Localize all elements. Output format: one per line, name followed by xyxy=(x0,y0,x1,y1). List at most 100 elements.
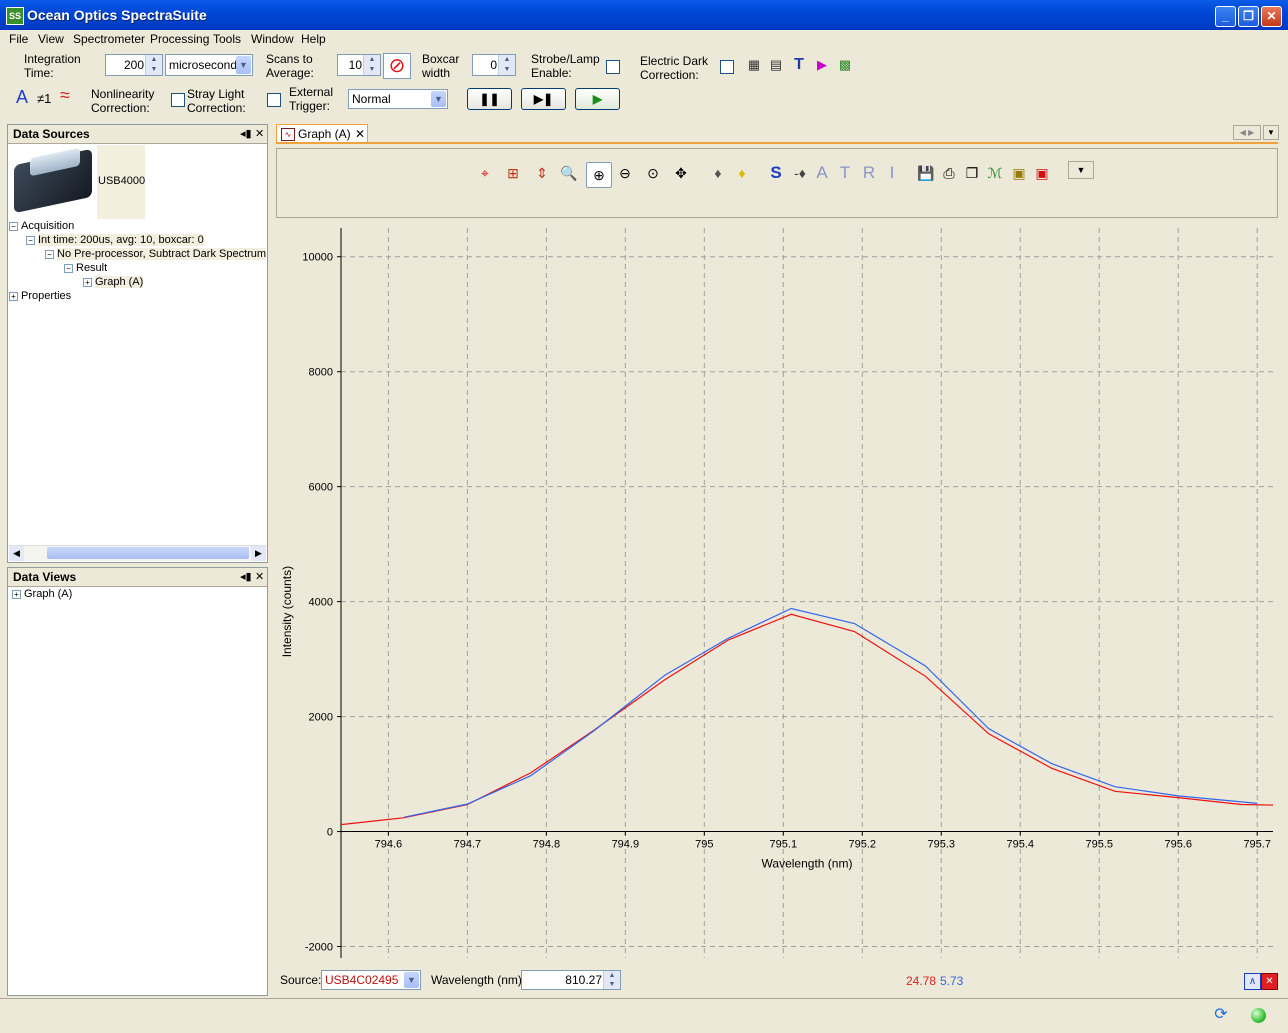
save-icon[interactable]: 💾 xyxy=(917,164,935,182)
single-acquire-button[interactable]: ▶❚ xyxy=(521,88,566,110)
scale-y-icon[interactable]: ⇕ xyxy=(533,164,551,182)
tree-acquisition[interactable]: − Acquisition xyxy=(9,220,74,232)
nonlinearity-checkbox[interactable] xyxy=(171,93,185,107)
menu-view[interactable]: View xyxy=(38,32,64,46)
menu-tools[interactable]: Tools xyxy=(213,32,241,46)
stray-light-label: Stray Light Correction: xyxy=(187,87,246,115)
integration-time-label: Integration Time: xyxy=(24,52,81,80)
crosshair-icon[interactable]: ⌖ xyxy=(476,164,494,182)
close-button[interactable]: ✕ xyxy=(1261,6,1282,27)
text-tool-icon[interactable]: T xyxy=(791,57,807,73)
graph-view-icon[interactable]: ▦ xyxy=(746,57,762,73)
menu-processing[interactable]: Processing xyxy=(150,32,209,46)
electric-dark-checkbox[interactable] xyxy=(720,60,734,74)
tab-menu-icon[interactable]: ▼ xyxy=(1263,125,1279,140)
zoom-reset-icon[interactable]: ⊙ xyxy=(644,164,662,182)
spectrasuite-icon: SS xyxy=(6,7,24,25)
scope-mode-button[interactable]: S xyxy=(767,164,785,182)
chevron-down-icon[interactable]: ▼ xyxy=(236,56,251,74)
tree-result[interactable]: − Result xyxy=(64,262,107,274)
zoom-in-icon[interactable]: ⊕ xyxy=(586,162,612,188)
stray-light-checkbox[interactable] xyxy=(267,93,281,107)
menu-file[interactable]: File xyxy=(9,32,28,46)
restore-button[interactable]: ❐ xyxy=(1238,6,1259,27)
scroll-right-icon[interactable]: ▶ xyxy=(251,546,266,561)
tree-int-time[interactable]: − Int time: 200us, avg: 10, boxcar: 0 xyxy=(26,234,204,246)
stepper-arrows-icon[interactable]: ▲ ▼ xyxy=(145,55,162,75)
device-label-box[interactable]: USB4000 xyxy=(97,145,145,219)
minimize-panel-icon[interactable]: ◂▮ xyxy=(240,568,252,586)
smoothing-icon[interactable]: ≈ xyxy=(60,86,70,104)
spectrometer-device-image[interactable] xyxy=(8,145,96,219)
transmission-mode-button[interactable]: T xyxy=(836,164,854,182)
close-panel-icon[interactable]: ✕ xyxy=(255,125,264,143)
boxcar-width-stepper[interactable]: 0 ▲ ▼ xyxy=(472,54,516,76)
refresh-icon[interactable]: ⟳ xyxy=(1212,1006,1230,1024)
close-panel-icon[interactable]: ✕ xyxy=(255,568,264,586)
absorbance-mode-button[interactable]: A xyxy=(813,164,831,182)
minimize-panel-icon[interactable]: ◂▮ xyxy=(240,125,252,143)
overlay-spectrum-icon[interactable]: ℳ xyxy=(986,164,1004,182)
tree-view-graph[interactable]: + Graph (A) xyxy=(12,588,72,600)
normalize-icon[interactable]: ≠1 xyxy=(37,92,51,106)
device-name: USB4000 xyxy=(98,175,146,187)
title-bar[interactable]: SS Ocean Optics SpectraSuite _ ❐ ✕ xyxy=(0,0,1288,30)
pan-icon[interactable]: ✥ xyxy=(672,164,690,182)
menu-spectrometer[interactable]: Spectrometer xyxy=(73,32,145,46)
scans-to-average-stepper[interactable]: 10 ▲ ▼ xyxy=(337,54,381,76)
remove-cursor-icon[interactable]: ✕ xyxy=(1261,973,1278,990)
scroll-left-icon[interactable]: ◀ xyxy=(9,546,24,561)
spectrum-chart-icon[interactable]: ▩ xyxy=(837,57,853,73)
copy-icon[interactable]: ❐ xyxy=(963,164,981,182)
stepper-arrows-icon[interactable]: ▲ ▼ xyxy=(603,971,620,989)
strobe-lamp-checkbox[interactable] xyxy=(606,60,620,74)
zoom-fit-icon[interactable]: ⊞ xyxy=(504,164,522,182)
x-tick-label: 795.5 xyxy=(1085,839,1113,851)
spectrum-chart[interactable]: 794.6 794.7 794.8 794.9 795 795.1 795.2 795.3 79… xyxy=(276,220,1278,966)
tree-preprocessor[interactable]: − No Pre-processor, Subtract Dark Spectru… xyxy=(45,248,267,260)
minimize-button[interactable]: _ xyxy=(1215,6,1236,27)
chevron-down-icon[interactable]: ▼ xyxy=(431,91,446,107)
cursor-readout-blue: 5.73 xyxy=(940,974,964,988)
chevron-down-icon[interactable]: ▼ xyxy=(404,972,419,988)
application-window: SS Ocean Optics SpectraSuite _ ❐ ✕ File … xyxy=(0,0,1288,1033)
play-button[interactable]: ▶ xyxy=(575,88,620,110)
toolbar-more-icon[interactable]: ▼ xyxy=(1068,161,1094,179)
load-overlay-icon[interactable]: ▣ xyxy=(1010,164,1028,182)
graph-status-row: Source: USB4C02495 ▼ Wavelength (nm): 81… xyxy=(276,968,1278,992)
table-view-icon[interactable]: ▤ xyxy=(768,57,784,73)
peak-tool-icon[interactable]: ∧ xyxy=(1244,973,1261,990)
irradiance-mode-button[interactable]: I xyxy=(883,164,901,182)
absorbance-icon[interactable]: A xyxy=(16,88,28,106)
integration-unit-select[interactable]: microseconds ▼ xyxy=(165,54,253,76)
tree-graph[interactable]: + Graph (A) xyxy=(83,276,144,288)
menu-window[interactable]: Window xyxy=(251,32,294,46)
reflection-mode-button[interactable]: R xyxy=(860,164,878,182)
integration-time-stepper[interactable]: 200 ▲ ▼ xyxy=(105,54,163,76)
wavelength-stepper[interactable]: 810.27 ▲ ▼ xyxy=(521,970,621,990)
menu-help[interactable]: Help xyxy=(301,32,326,46)
zoom-window-icon[interactable]: 🔍 xyxy=(560,164,578,182)
color-tool-icon[interactable]: ▶ xyxy=(814,57,830,73)
stepper-arrows-icon[interactable]: ▲ ▼ xyxy=(498,55,515,75)
zoom-out-icon[interactable]: ⊖ xyxy=(616,164,634,182)
tab-graph[interactable]: ∿ Graph (A) ✕ xyxy=(276,124,368,143)
dark-reference-icon[interactable]: -♦ xyxy=(791,164,809,182)
trigger-mode-select[interactable]: Normal ▼ xyxy=(348,89,448,109)
lamp-on-icon[interactable]: ♦ xyxy=(733,164,751,182)
stop-icon[interactable]: ⊘ xyxy=(383,53,411,79)
tab-scroll-icon[interactable]: ◀ ▶ xyxy=(1233,125,1261,140)
source-label: Source: xyxy=(280,973,322,987)
lamp-off-icon[interactable]: ♦ xyxy=(709,164,727,182)
pause-button[interactable]: ❚❚ xyxy=(467,88,512,110)
data-views-header: Data Views ◂▮ ✕ xyxy=(8,568,267,587)
x-tick-label: 794.9 xyxy=(612,839,640,851)
scroll-thumb[interactable] xyxy=(47,547,249,559)
tree-properties[interactable]: + Properties xyxy=(9,290,71,302)
print-icon[interactable]: ⎙ xyxy=(940,164,958,182)
y-tick-label: 8000 xyxy=(309,367,333,379)
source-select[interactable]: USB4C02495 ▼ xyxy=(321,970,421,990)
delete-overlay-icon[interactable]: ▣ xyxy=(1033,164,1051,182)
stepper-arrows-icon[interactable]: ▲ ▼ xyxy=(363,55,380,75)
horizontal-scrollbar[interactable]: ◀ ▶ xyxy=(9,545,266,561)
